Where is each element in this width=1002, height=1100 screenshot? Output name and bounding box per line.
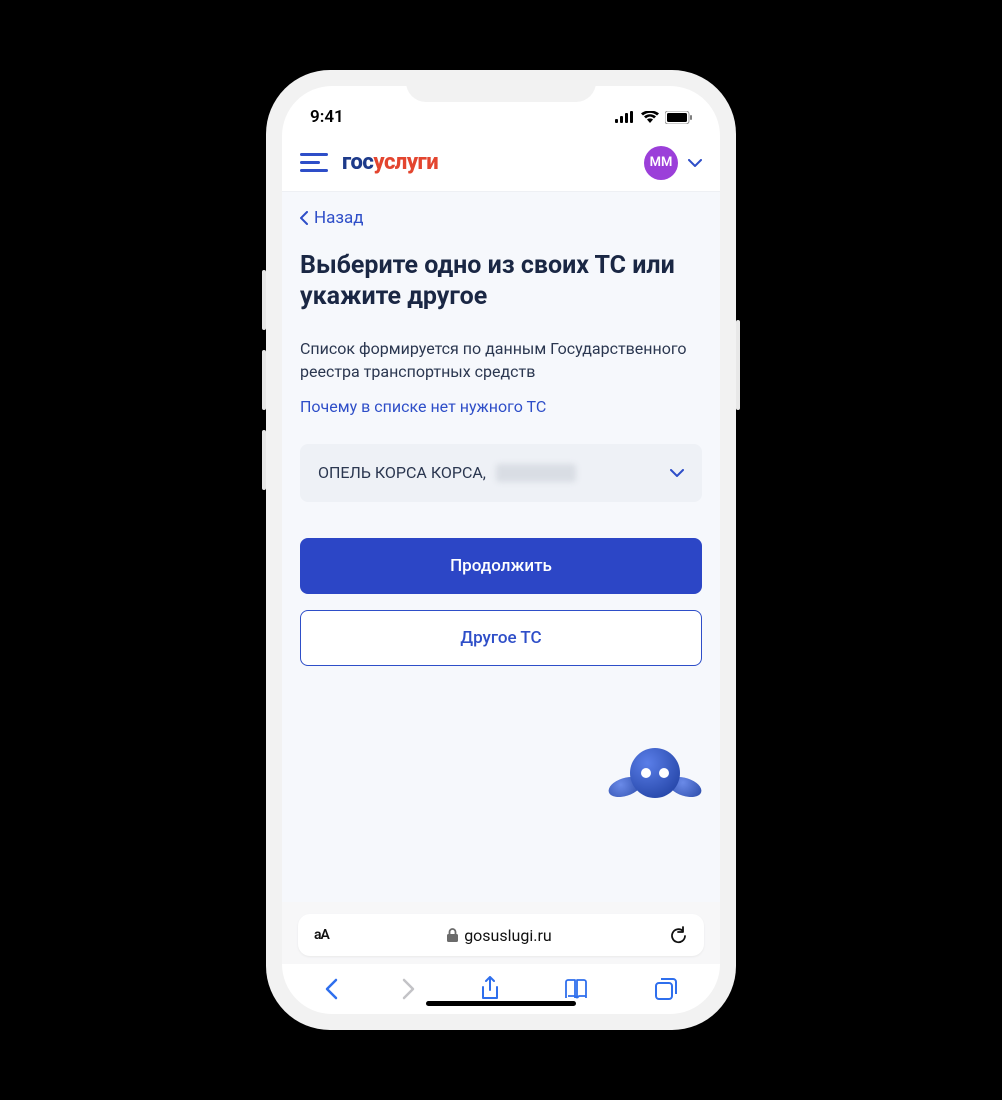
- share-icon[interactable]: [480, 976, 500, 1002]
- continue-button[interactable]: Продолжить: [300, 538, 702, 594]
- page-title: Выберите одно из своих ТС или укажите др…: [300, 250, 702, 313]
- tabs-icon[interactable]: [654, 977, 678, 1001]
- logo-part-1: гос: [342, 150, 373, 175]
- menu-button[interactable]: [300, 153, 328, 172]
- browser-toolbar: [282, 964, 720, 1014]
- page-content: Назад Выберите одно из своих ТС или укаж…: [282, 192, 720, 902]
- bookmarks-icon[interactable]: [564, 978, 590, 1000]
- chevron-left-icon: [300, 211, 308, 225]
- logo-part-2: услуги: [373, 150, 438, 175]
- vehicle-select-value: ОПЕЛЬ КОРСА КОРСА,: [318, 463, 486, 482]
- phone-frame: 9:41 госуслуги ММ Назад: [266, 70, 736, 1030]
- url-display: gosuslugi.ru: [447, 926, 552, 945]
- help-link[interactable]: Почему в списке нет нужного ТС: [300, 397, 702, 416]
- app-header: госуслуги ММ: [282, 134, 720, 192]
- text-size-button[interactable]: аА: [314, 927, 329, 943]
- phone-notch: [406, 70, 596, 102]
- nav-forward-icon: [402, 978, 416, 1000]
- back-link[interactable]: Назад: [300, 208, 702, 228]
- redacted-text: [496, 464, 576, 482]
- phone-screen: 9:41 госуслуги ММ Назад: [282, 86, 720, 1014]
- status-indicators: [615, 111, 692, 124]
- nav-back-icon[interactable]: [324, 978, 338, 1000]
- assistant-bot-button[interactable]: [612, 744, 698, 814]
- page-description: Список формируется по данным Государстве…: [300, 337, 702, 383]
- battery-icon: [665, 111, 692, 124]
- assistant-face: [630, 748, 680, 798]
- other-vehicle-button[interactable]: Другое ТС: [300, 610, 702, 666]
- chevron-down-icon[interactable]: [688, 159, 702, 167]
- lock-icon: [447, 928, 458, 942]
- cellular-icon: [615, 111, 635, 123]
- vehicle-select[interactable]: ОПЕЛЬ КОРСА КОРСА,: [300, 444, 702, 502]
- home-indicator[interactable]: [426, 1001, 576, 1006]
- browser-chrome: аА gosuslugi.ru: [282, 902, 720, 964]
- reload-icon[interactable]: [670, 925, 688, 945]
- wifi-icon: [641, 111, 659, 123]
- logo[interactable]: госуслуги: [342, 150, 438, 175]
- address-bar[interactable]: аА gosuslugi.ru: [298, 914, 704, 956]
- avatar[interactable]: ММ: [644, 146, 678, 180]
- status-time: 9:41: [310, 107, 344, 127]
- back-label: Назад: [314, 208, 364, 228]
- chevron-down-icon: [670, 469, 684, 477]
